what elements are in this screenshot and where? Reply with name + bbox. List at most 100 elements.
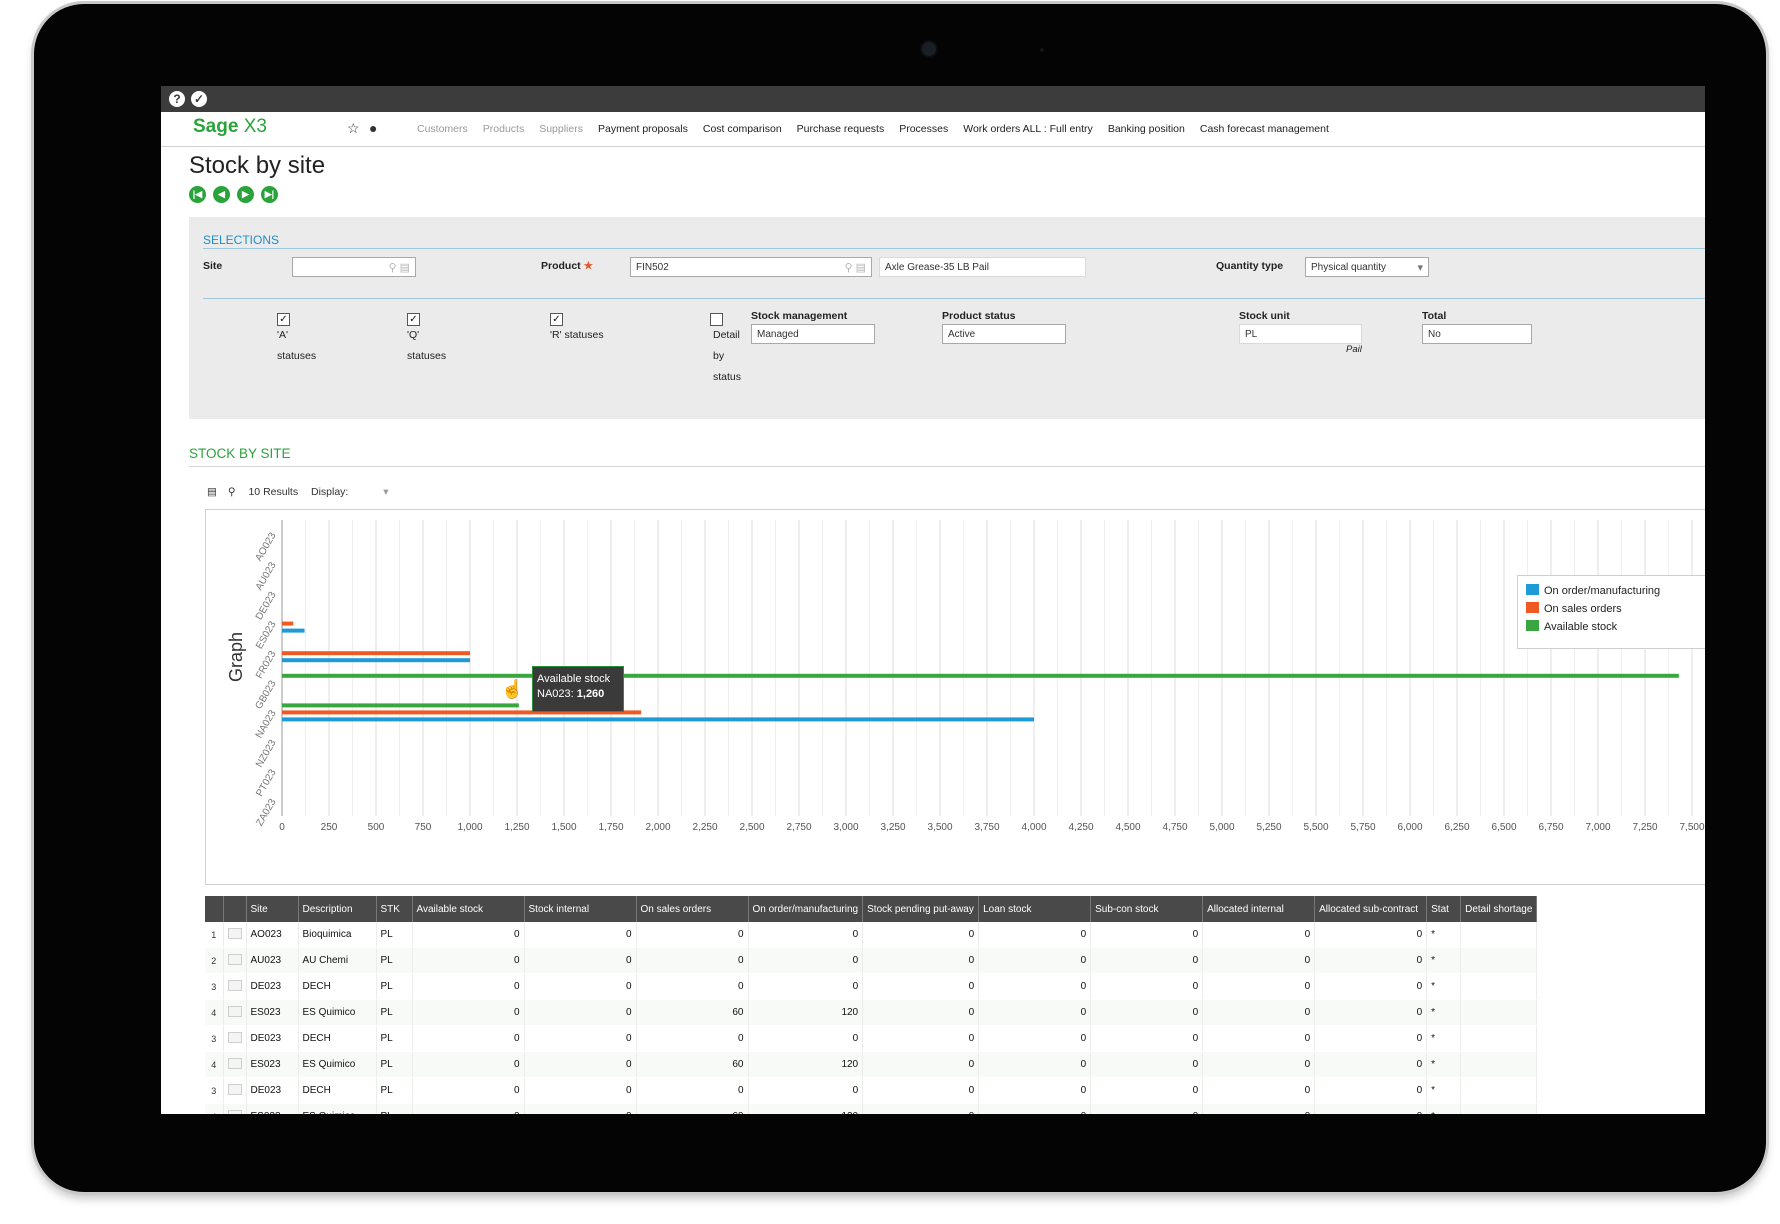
row-detail-icon[interactable]: [227, 1031, 242, 1043]
table-cell: 0: [978, 1051, 1092, 1078]
column-header[interactable]: Loan stock: [978, 896, 1092, 922]
table-view-icon[interactable]: ▤: [207, 486, 217, 498]
table-cell: 0: [1090, 947, 1204, 974]
check-icon[interactable]: ✓: [191, 91, 207, 107]
product-status-field[interactable]: Active: [942, 324, 1066, 344]
table-cell: 0: [412, 1025, 525, 1052]
total-field[interactable]: No: [1422, 324, 1532, 344]
detail-by-status-label: Detail by status: [713, 325, 741, 388]
row-icon-cell[interactable]: [223, 922, 247, 948]
table-cell: 0: [1202, 922, 1316, 948]
column-header[interactable]: On sales orders: [636, 896, 749, 922]
table-row[interactable]: 4ES023ES QuimicoPL006012000000*: [205, 999, 1538, 1026]
search-icon[interactable]: ⚲ ▤: [388, 258, 410, 276]
row-detail-icon[interactable]: [227, 1083, 242, 1095]
nav-item[interactable]: Customers: [417, 123, 468, 135]
column-header[interactable]: Stock pending put-away: [862, 896, 980, 922]
table-cell: 0: [862, 1103, 980, 1114]
x-tick-label: 1,000: [457, 822, 482, 833]
table-cell: *: [1426, 1077, 1462, 1104]
first-record-icon[interactable]: |◀: [189, 186, 206, 203]
legend-item[interactable]: On sales orders: [1526, 602, 1622, 615]
column-header[interactable]: Allocated sub-contract: [1314, 896, 1428, 922]
previous-record-icon[interactable]: ◀: [213, 186, 230, 203]
quantity-type-select[interactable]: Physical quantity ▾: [1305, 257, 1429, 277]
sage-logo[interactable]: Sage X3: [193, 116, 267, 138]
table-cell: PL: [376, 999, 413, 1026]
table-cell: DE023: [246, 973, 299, 1000]
product-input[interactable]: FIN502 ⚲ ▤: [630, 257, 872, 277]
table-cell: 0: [524, 1025, 637, 1052]
table-cell: 0: [1090, 1051, 1204, 1078]
row-icon-cell[interactable]: [223, 999, 247, 1026]
x-tick-label: 3,750: [974, 822, 999, 833]
column-header[interactable]: Allocated internal: [1202, 896, 1316, 922]
column-header[interactable]: Site: [246, 896, 299, 922]
legend-item[interactable]: Available stock: [1526, 620, 1617, 633]
table-header-row: Site Description STK Available stock Stock i…: [205, 896, 1538, 922]
table-cell: 0: [636, 922, 749, 948]
stock-management-field[interactable]: Managed: [751, 324, 875, 344]
help-icon[interactable]: ?: [169, 91, 185, 107]
legend-label: Available stock: [1544, 621, 1618, 633]
row-detail-icon[interactable]: [227, 1109, 242, 1114]
row-detail-icon[interactable]: [227, 1057, 242, 1069]
nav-item[interactable]: Work orders ALL : Full entry: [963, 123, 1093, 135]
nav-item[interactable]: Purchase requests: [797, 123, 885, 135]
x-tick-label: 4,500: [1115, 822, 1140, 833]
table-cell: 0: [524, 1077, 637, 1104]
row-detail-icon[interactable]: [227, 979, 242, 991]
row-detail-icon[interactable]: [227, 953, 242, 965]
table-cell: DE023: [246, 1077, 299, 1104]
column-header[interactable]: On order/manufacturing: [748, 896, 864, 922]
chevron-down-icon: ▾: [1417, 262, 1423, 274]
nav-item[interactable]: Banking position: [1108, 123, 1185, 135]
row-icon-cell[interactable]: [223, 947, 247, 974]
nav-item[interactable]: Cost comparison: [703, 123, 782, 135]
row-detail-icon[interactable]: [227, 927, 242, 939]
column-header[interactable]: [205, 896, 224, 922]
column-header[interactable]: Detail shortage: [1460, 896, 1538, 922]
nav-item[interactable]: Processes: [899, 123, 948, 135]
table-row[interactable]: 2 AU023 AU Chemi PL 0 0 0 0 0 0 0 0 0 *: [205, 947, 1538, 974]
row-icon-cell[interactable]: [223, 1051, 247, 1078]
table-row[interactable]: 4ES023ES QuimicoPL006012000000*: [205, 1103, 1538, 1114]
nav-item[interactable]: Products: [483, 123, 524, 135]
table-row[interactable]: 3 DE023 DECH PL 0 0 0 0 0 0 0 0 0 *: [205, 973, 1538, 1000]
next-record-icon[interactable]: ▶: [237, 186, 254, 203]
table-row[interactable]: 3 DE023 DECH PL 0 0 0 0 0 0 0 0 0 *: [205, 1077, 1538, 1104]
column-header[interactable]: Available stock: [412, 896, 525, 922]
display-label[interactable]: Display:: [311, 486, 348, 498]
nav-item[interactable]: Cash forecast management: [1200, 123, 1329, 135]
row-detail-icon[interactable]: [227, 1005, 242, 1017]
nav-item[interactable]: Payment proposals: [598, 123, 688, 135]
row-icon-cell[interactable]: [223, 973, 247, 1000]
column-header[interactable]: STK: [376, 896, 413, 922]
x-tick-label: 2,000: [645, 822, 670, 833]
table-cell: ES Quimico: [298, 999, 377, 1026]
stock-divider: [189, 466, 1705, 467]
column-header[interactable]: Stat: [1426, 896, 1462, 922]
row-icon-cell[interactable]: [223, 1025, 247, 1052]
site-input[interactable]: ⚲ ▤: [292, 257, 416, 277]
legend-item[interactable]: On order/manufacturing: [1526, 584, 1660, 597]
column-header[interactable]: Description: [298, 896, 377, 922]
q-statuses-label-2: statuses: [407, 350, 447, 362]
column-header[interactable]: Sub-con stock: [1090, 896, 1204, 922]
row-icon-cell[interactable]: [223, 1077, 247, 1104]
table-row[interactable]: 3 DE023 DECH PL 0 0 0 0 0 0 0 0 0 *: [205, 1025, 1538, 1052]
product-search-icon[interactable]: ⚲ ▤: [844, 258, 866, 276]
chevron-down-circle-icon[interactable]: ●: [369, 120, 377, 136]
star-icon[interactable]: ☆: [347, 120, 360, 137]
table-cell: 0: [978, 999, 1092, 1026]
column-header[interactable]: Stock internal: [524, 896, 637, 922]
display-dropdown-icon[interactable]: ▾: [383, 486, 388, 498]
table-cell: PL: [376, 973, 413, 1000]
last-record-icon[interactable]: ▶|: [261, 186, 278, 203]
column-header[interactable]: [223, 896, 247, 922]
table-row[interactable]: 1 AO023 Bioquimica PL 0 0 0 0 0 0 0 0 0 *: [205, 922, 1538, 948]
table-row[interactable]: 4ES023ES QuimicoPL006012000000*: [205, 1051, 1538, 1078]
search-icon[interactable]: ⚲: [228, 486, 236, 498]
nav-item[interactable]: Suppliers: [539, 123, 583, 135]
row-icon-cell[interactable]: [223, 1103, 247, 1114]
